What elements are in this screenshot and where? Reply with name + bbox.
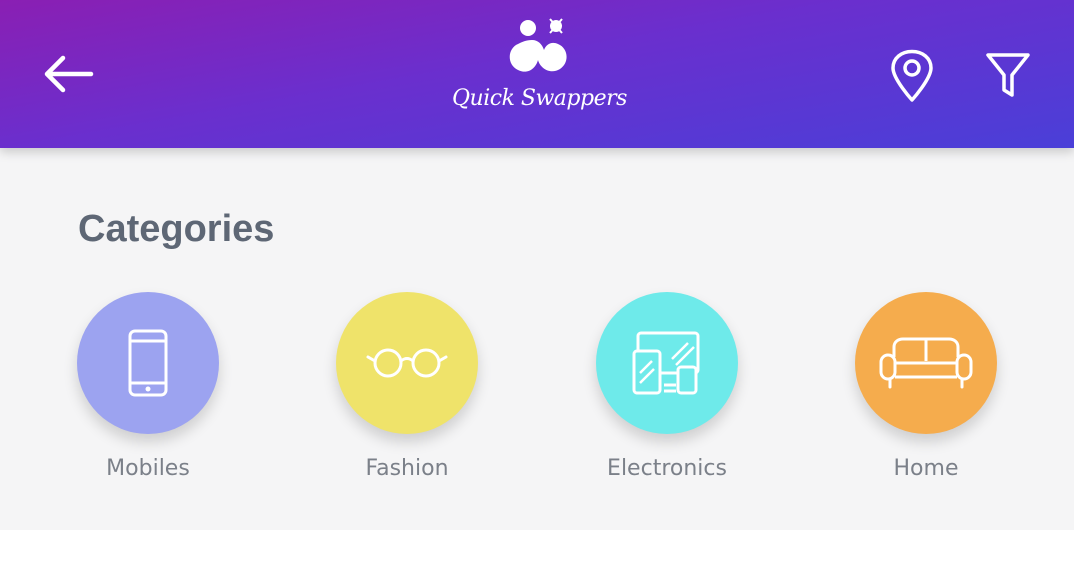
category-electronics[interactable]: Electronics [567, 292, 767, 492]
back-button[interactable] [36, 46, 100, 102]
category-label: Electronics [607, 456, 727, 481]
devices-icon [632, 331, 700, 395]
logo-mark-icon [509, 18, 567, 72]
location-button[interactable] [880, 44, 944, 108]
category-fashion[interactable]: Fashion [307, 292, 507, 492]
category-circle[interactable] [596, 292, 738, 434]
category-circle[interactable] [77, 292, 219, 434]
category-circle[interactable] [336, 292, 478, 434]
filter-button[interactable] [976, 44, 1040, 108]
glasses-icon [366, 348, 448, 378]
category-label: Fashion [365, 456, 449, 481]
categories-section: Categories Mobiles Fashion Electronics H… [0, 148, 1074, 530]
app-header: Quick Swappers [0, 0, 1074, 148]
quick-swappers-logo: Quick Swappers [452, 14, 627, 132]
category-mobiles[interactable]: Mobiles [48, 292, 248, 492]
logo-text: Quick Swappers [452, 86, 627, 111]
funnel-icon [986, 53, 1030, 97]
category-label: Home [893, 456, 959, 481]
map-pin-icon [891, 49, 933, 102]
category-circle[interactable] [855, 292, 997, 434]
category-home[interactable]: Home [826, 292, 1026, 492]
smartphone-icon [128, 329, 168, 397]
categories-title: Categories [78, 208, 275, 250]
sofa-icon [879, 337, 973, 389]
category-label: Mobiles [106, 456, 190, 481]
arrow-left-icon [44, 55, 94, 93]
